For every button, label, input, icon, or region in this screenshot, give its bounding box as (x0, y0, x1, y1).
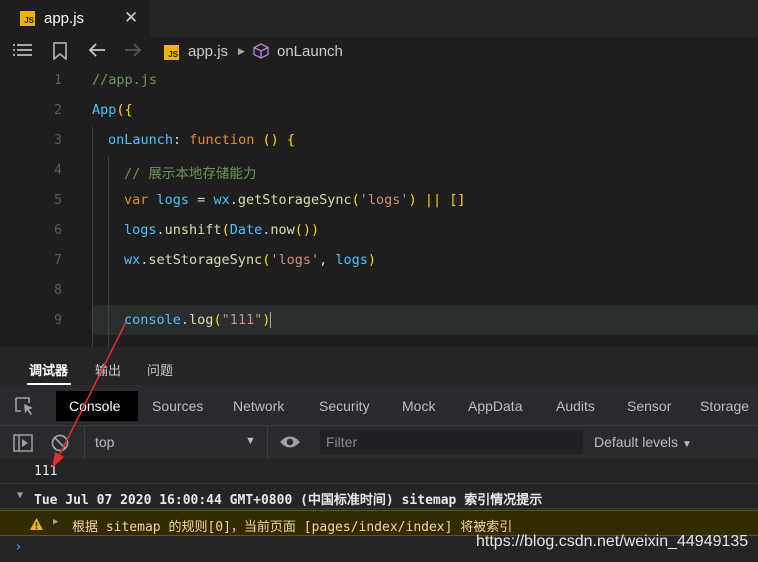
line-number: 7 (54, 253, 62, 268)
tab-output[interactable]: 输出 (95, 360, 121, 379)
dropdown-arrow-icon: ▼ (681, 439, 692, 450)
js-file-icon: JS (164, 45, 179, 60)
js-file-icon: JS (20, 11, 35, 26)
code-line-2: App({ (92, 102, 133, 118)
code-line-4: // 展示本地存储能力 (124, 166, 257, 182)
code-line-7: wx.setStorageSync('logs', logs) (124, 252, 377, 268)
breadcrumb-file[interactable]: app.js (188, 43, 228, 60)
line-number: 4 (54, 163, 62, 178)
method-cube-icon (252, 42, 270, 65)
expand-triangle-icon[interactable]: ▶ (53, 517, 58, 527)
context-value: top (95, 434, 115, 450)
inspect-element-icon[interactable] (14, 396, 36, 421)
line-number: 5 (54, 193, 62, 208)
tab-sensor[interactable]: Sensor (627, 398, 671, 414)
tab-network[interactable]: Network (233, 398, 284, 414)
line-number: 1 (54, 73, 62, 88)
back-arrow-icon[interactable] (88, 42, 106, 63)
tab-console[interactable]: Console (69, 398, 120, 414)
code-line-3: onLaunch: function () { (108, 132, 296, 148)
line-number: 2 (54, 103, 62, 118)
devtools-tab-bar: Console Sources Network Security Mock Ap… (0, 385, 758, 425)
bottom-panel-tabs: 调试器 输出 问题 (0, 347, 758, 385)
line-number: 3 (54, 133, 62, 148)
editor-breadcrumb-bar: JS app.js ▶ onLaunch (0, 37, 758, 67)
indent-guide (108, 157, 109, 347)
expand-triangle-icon[interactable]: ▼ (17, 490, 23, 501)
clear-console-icon[interactable] (51, 434, 69, 457)
code-line-6: logs.unshift(Date.now()) (124, 222, 320, 238)
filter-input[interactable] (320, 430, 583, 454)
code-line-9: console.log("111") (124, 312, 272, 328)
forward-arrow-icon[interactable] (124, 42, 142, 63)
breadcrumb-function[interactable]: onLaunch (277, 43, 343, 60)
tab-debugger[interactable]: 调试器 (29, 360, 68, 379)
tab-storage[interactable]: Storage (700, 398, 749, 414)
tab-mock[interactable]: Mock (402, 398, 435, 414)
breadcrumb-separator-icon: ▶ (238, 46, 245, 56)
dropdown-arrow-icon: ▼ (245, 435, 256, 447)
file-tab-app-js[interactable]: JS app.js ✕ (0, 0, 150, 37)
console-toolbar: top ▼ Default levels ▼ (0, 425, 758, 459)
warning-text: 根据 sitemap 的规则[0]，当前页面 [pages/index/inde… (72, 520, 513, 535)
editor-tab-bar: JS app.js ✕ (0, 0, 758, 37)
eye-icon[interactable] (279, 435, 301, 454)
show-sidebar-icon[interactable] (13, 434, 33, 457)
console-message: 111 (0, 459, 758, 484)
line-number: 6 (54, 223, 62, 238)
group-header-text: Tue Jul 07 2020 16:00:44 GMT+0800 (中国标准时… (34, 493, 543, 508)
close-tab-icon[interactable]: ✕ (124, 8, 138, 28)
line-number: 8 (54, 283, 62, 298)
file-tab-title: app.js (44, 10, 85, 27)
outline-list-icon[interactable] (13, 42, 33, 63)
tab-audits[interactable]: Audits (556, 398, 595, 414)
context-select[interactable]: top ▼ (84, 426, 268, 459)
warning-icon (29, 516, 44, 535)
bookmark-icon[interactable] (52, 42, 68, 65)
watermark: https://blog.csdn.net/weixin_44949135 (476, 533, 749, 550)
tab-security[interactable]: Security (319, 398, 370, 414)
line-number: 9 (54, 313, 62, 328)
tab-problems[interactable]: 问题 (147, 360, 173, 379)
console-group[interactable]: ▼ Tue Jul 07 2020 16:00:44 GMT+0800 (中国标… (0, 485, 758, 509)
code-line-1: //app.js (92, 72, 158, 88)
code-line-5: var logs = wx.getStorageSync('logs') || … (124, 192, 466, 208)
log-levels-dropdown[interactable]: Default levels ▼ (594, 434, 692, 450)
tab-sources[interactable]: Sources (152, 398, 203, 414)
log-levels-label: Default levels (594, 434, 679, 450)
log-message-text: 111 (34, 464, 58, 479)
code-editor[interactable]: 1 2 3 4 5 6 7 8 9 //app.js App({ onLaunc… (0, 67, 758, 347)
tab-appdata[interactable]: AppData (468, 398, 522, 414)
filter-field[interactable] (320, 430, 583, 454)
console-prompt-icon[interactable]: › (14, 539, 22, 555)
indent-guide (92, 127, 93, 347)
